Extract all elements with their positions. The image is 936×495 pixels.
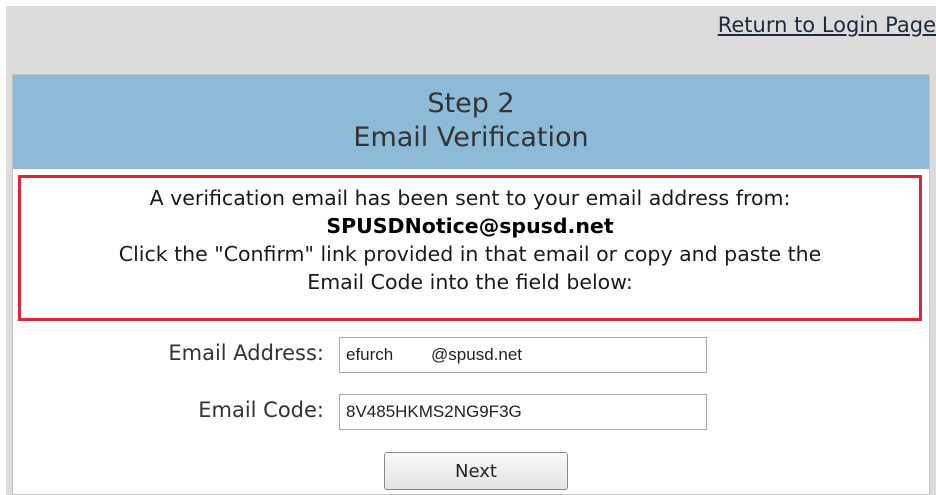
- notice-line-3: Email Code into the field below:: [307, 270, 633, 294]
- verification-panel: Step 2 Email Verification A verification…: [12, 74, 930, 495]
- page-frame: Return to Login Page Step 2 Email Verifi…: [6, 6, 936, 495]
- email-code-field[interactable]: [339, 394, 707, 430]
- email-address-field[interactable]: [339, 337, 707, 373]
- verification-notice: A verification email has been sent to yo…: [18, 175, 922, 321]
- sender-email: SPUSDNotice@spusd.net: [326, 214, 614, 238]
- notice-line-1: A verification email has been sent to yo…: [149, 186, 791, 210]
- step-label: Step 2: [427, 88, 515, 119]
- email-code-label: Email Code:: [198, 398, 324, 422]
- return-to-login-link[interactable]: Return to Login Page: [718, 13, 936, 37]
- email-code-row: Email Code:: [13, 394, 929, 432]
- email-address-row: Email Address:: [13, 337, 929, 375]
- email-address-label: Email Address:: [168, 341, 324, 365]
- notice-line-2: Click the "Confirm" link provided in tha…: [118, 242, 822, 266]
- next-button[interactable]: Next: [384, 452, 568, 490]
- step-header: Step 2 Email Verification: [13, 75, 929, 169]
- page-title: Email Verification: [353, 122, 589, 153]
